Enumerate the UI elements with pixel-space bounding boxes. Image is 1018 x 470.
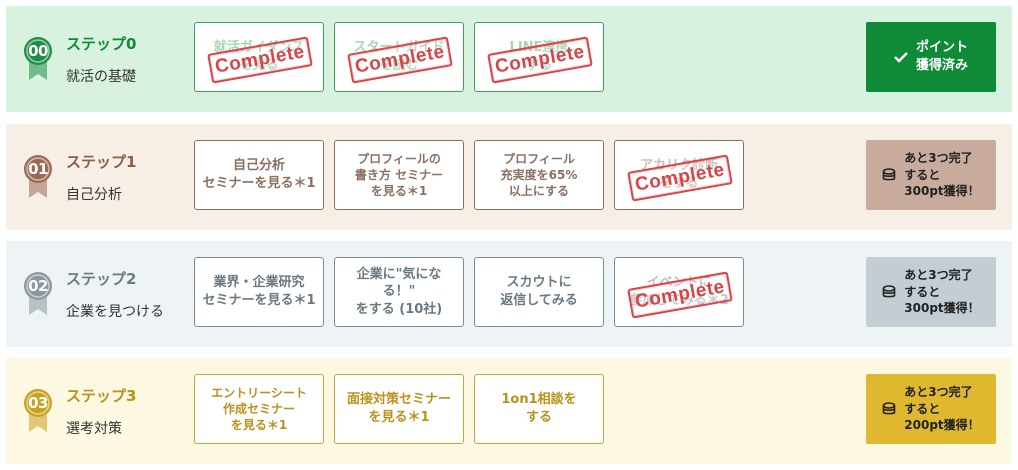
step-title: ステップ2: [66, 270, 137, 288]
task-card-label: 1on1相談を する: [501, 392, 577, 425]
step-row: 01 ステップ1 自己分析 自己分析 セミナーを見る＊1 プロフィールの 書き方 セミナ…: [6, 124, 1012, 230]
task-card-label: 自己分析 セミナーを見る＊1: [202, 158, 316, 191]
step-badge-icon: 01: [23, 154, 53, 200]
step-subtitle: 自己分析: [66, 187, 122, 203]
task-card[interactable]: エントリーシート 作成セミナー を見る＊1: [194, 374, 324, 444]
task-card-label: 業界・企業研究 セミナーを見る＊1: [202, 275, 316, 308]
points-status-label: あと3つ完了 すると 300pt獲得！: [904, 150, 980, 199]
step-subtitle: 就活の基礎: [66, 69, 136, 85]
task-card-label: エントリーシート 作成セミナー を見る＊1: [211, 385, 307, 433]
step-badge-icon: 03: [23, 388, 53, 434]
task-card-label: スカウトに 返信してみる: [500, 275, 578, 308]
task-card[interactable]: スカウトに 返信してみる: [474, 257, 604, 327]
task-card[interactable]: イベントに 参加してみる＊2 Complete: [614, 257, 744, 327]
task-card-label: 面接対策セミナー を見る＊1: [346, 392, 451, 425]
step-badge-number: 02: [28, 277, 48, 295]
coin-stack-icon: [882, 402, 896, 416]
points-status-label: あと3つ完了 すると 300pt獲得！: [904, 267, 980, 316]
task-card-label: プロフィール 充実度を65% 以上にする: [500, 151, 578, 199]
step-row: 03 ステップ3 選考対策 エントリーシート 作成セミナー を見る＊1 面接対策セミナー…: [6, 358, 1012, 464]
task-card[interactable]: プロフィール 充実度を65% 以上にする: [474, 140, 604, 210]
step-subtitle: 企業を見つける: [66, 304, 164, 320]
points-status-button[interactable]: あと3つ完了 すると 200pt獲得！: [866, 374, 996, 444]
points-status-label: あと3つ完了 すると 200pt獲得！: [904, 384, 980, 433]
step-title: ステップ1: [66, 153, 137, 171]
step-badge-number: 01: [28, 160, 48, 178]
task-card-label: プロフィールの 書き方 セミナー を見る＊1: [354, 151, 444, 199]
points-status-button[interactable]: あと3つ完了 すると 300pt獲得！: [866, 257, 996, 327]
task-card[interactable]: LINE連携 する Complete: [474, 22, 604, 92]
task-card-label: 企業に"気になる！" をする (10社): [355, 266, 443, 317]
task-card[interactable]: 1on1相談を する: [474, 374, 604, 444]
step-row: 02 ステップ2 企業を見つける 業界・企業研究 セミナーを見る＊1 企業に"気になる！…: [6, 241, 1012, 347]
task-card[interactable]: 面接対策セミナー を見る＊1: [334, 374, 464, 444]
step-badge-icon: 02: [23, 271, 53, 317]
points-status-button[interactable]: ポイント 獲得済み: [866, 22, 996, 92]
check-icon: [894, 51, 908, 63]
step-badge-number: 03: [28, 394, 48, 412]
task-card[interactable]: 就活ガイダンス を見る Complete: [194, 22, 324, 92]
task-card[interactable]: 業界・企業研究 セミナーを見る＊1: [194, 257, 324, 327]
step-row: 00 ステップ0 就活の基礎 就活ガイダンス を見る Complete スタートガイド を…: [6, 6, 1012, 112]
task-card[interactable]: 企業に"気になる！" をする (10社): [334, 257, 464, 327]
coin-stack-icon: [882, 168, 896, 182]
step-badge-number: 00: [28, 42, 48, 60]
step-title: ステップ0: [66, 35, 137, 53]
coin-stack-icon: [882, 285, 896, 299]
step-subtitle: 選考対策: [66, 421, 122, 437]
task-card[interactable]: 自己分析 セミナーを見る＊1: [194, 140, 324, 210]
step-badge-icon: 00: [23, 36, 53, 82]
step-title: ステップ3: [66, 387, 137, 405]
task-card[interactable]: スタートガイド を読む Complete: [334, 22, 464, 92]
points-status-button[interactable]: あと3つ完了 すると 300pt獲得！: [866, 140, 996, 210]
points-status-label: ポイント 獲得済み: [915, 39, 968, 73]
task-card[interactable]: アカリク診断 をする Complete: [614, 140, 744, 210]
task-card[interactable]: プロフィールの 書き方 セミナー を見る＊1: [334, 140, 464, 210]
